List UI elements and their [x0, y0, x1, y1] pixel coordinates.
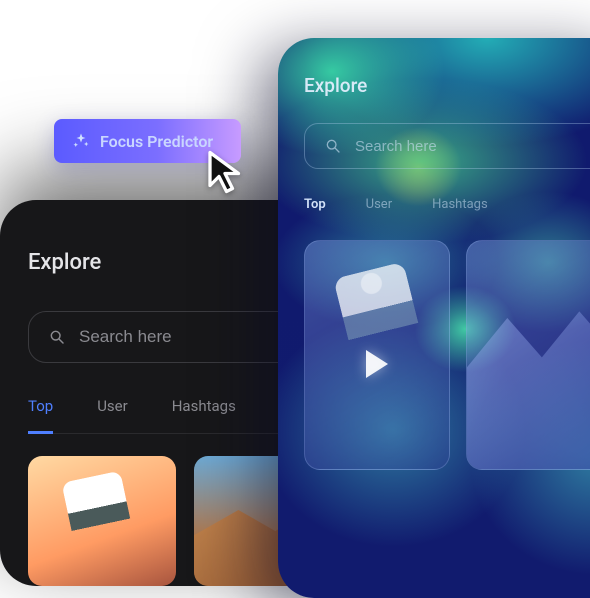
- search-icon: [49, 328, 65, 346]
- tab-top[interactable]: Top: [304, 197, 326, 212]
- sparkle-icon: [72, 132, 90, 150]
- tabs-row: Top User Hashtags: [304, 197, 590, 212]
- tab-hashtags[interactable]: Hashtags: [172, 397, 236, 433]
- thumbnail-skateboarder[interactable]: [304, 240, 450, 470]
- tab-hashtags[interactable]: Hashtags: [432, 197, 488, 212]
- thumbnail-row: [304, 240, 590, 470]
- phone-screen-heatmap: Explore Top User Hashtags: [278, 38, 590, 598]
- search-field[interactable]: [304, 123, 590, 169]
- focus-predictor-label: Focus Predictor: [100, 132, 213, 151]
- tab-user[interactable]: User: [97, 397, 128, 433]
- search-input[interactable]: [355, 138, 590, 155]
- thumbnail-skateboarder[interactable]: [28, 456, 176, 586]
- search-icon: [325, 137, 341, 155]
- tab-top[interactable]: Top: [28, 397, 53, 434]
- thumbnail-mountain[interactable]: [466, 240, 590, 470]
- tab-user[interactable]: User: [366, 197, 392, 212]
- page-title: Explore: [304, 74, 590, 97]
- cursor-icon: [204, 148, 252, 196]
- play-icon: [366, 350, 388, 378]
